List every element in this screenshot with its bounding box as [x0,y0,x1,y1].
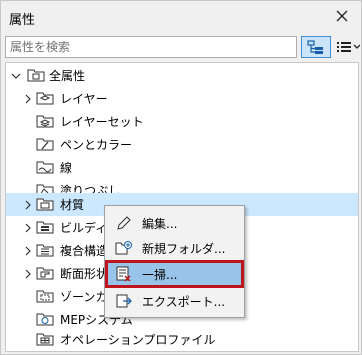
search-input[interactable] [5,36,297,58]
operation-profile-icon [36,331,54,347]
tree-item-label: 材質 [60,198,85,212]
tree-view-button[interactable] [301,36,331,58]
chevron-down-icon[interactable] [10,70,22,82]
line-type-icon [36,159,54,175]
tree-item-lines[interactable]: 線 [6,156,358,179]
menu-item-edit[interactable]: 編集... [107,211,242,235]
pen-color-icon [36,136,54,152]
material-icon [36,196,54,212]
tree-item-label: 線 [60,161,73,175]
menu-item-label: エクスポート... [142,294,226,309]
layers-icon [36,90,54,106]
title-bar: 属性 [1,1,361,33]
tree-item-layers[interactable]: レイヤー [6,87,358,110]
purge-icon [115,265,133,283]
chevron-right-icon[interactable] [22,268,34,280]
export-icon [115,292,133,310]
tree-root[interactable]: 全属性 [6,64,358,87]
tree-item-label: オペレーションプロファイル [60,333,216,347]
menu-item-label: 編集... [142,216,178,231]
tree-item-label: レイヤー [60,92,108,106]
tree-root-label: 全属性 [49,69,86,83]
menu-item-label: 一掃... [142,267,178,282]
layer-set-icon [36,113,54,129]
chevron-right-icon[interactable] [22,93,34,105]
panel-title: 属性 [9,13,36,28]
chevron-right-icon[interactable] [22,222,34,234]
new-folder-icon [115,239,133,257]
pencil-icon [115,214,133,232]
menu-item-export[interactable]: エクスポート... [107,289,242,313]
menu-item-purge[interactable]: 一掃... [105,260,244,288]
context-menu: 編集... 新規フォルダ... 一掃... エクスポート... [104,205,245,318]
tree-item-label: 断面形状 [60,267,109,281]
menu-item-new-folder[interactable]: 新規フォルダ... [107,236,242,260]
composite-icon [36,242,54,258]
chevron-right-icon[interactable] [22,199,34,211]
list-view-button[interactable] [333,36,362,58]
tree-view-icon [307,40,323,54]
tree-item-operation-profiles[interactable]: オペレーションプロファイル [6,328,358,351]
building-material-icon [36,219,54,235]
mep-system-icon [36,311,54,327]
tree-item-layer-sets[interactable]: レイヤーセット [6,110,358,133]
profile-icon [36,265,54,281]
tree-item-label: ペンとカラー [60,138,133,152]
zone-category-icon [36,288,54,304]
list-view-icon [337,42,360,52]
attributes-panel: 属性 属性を検索 全属性 レイヤー レイヤーセット ペンとカラー 線 塗りつぶし… [0,0,362,355]
tree-item-pens-colors[interactable]: ペンとカラー [6,133,358,156]
search-row [5,36,362,60]
menu-item-label: 新規フォルダ... [142,241,226,256]
chevron-right-icon[interactable] [22,245,34,257]
tree-item-label: 複合構造 [60,244,109,258]
folder-icon [27,67,45,83]
close-icon[interactable] [331,5,353,27]
tree-item-label: レイヤーセット [60,115,144,129]
